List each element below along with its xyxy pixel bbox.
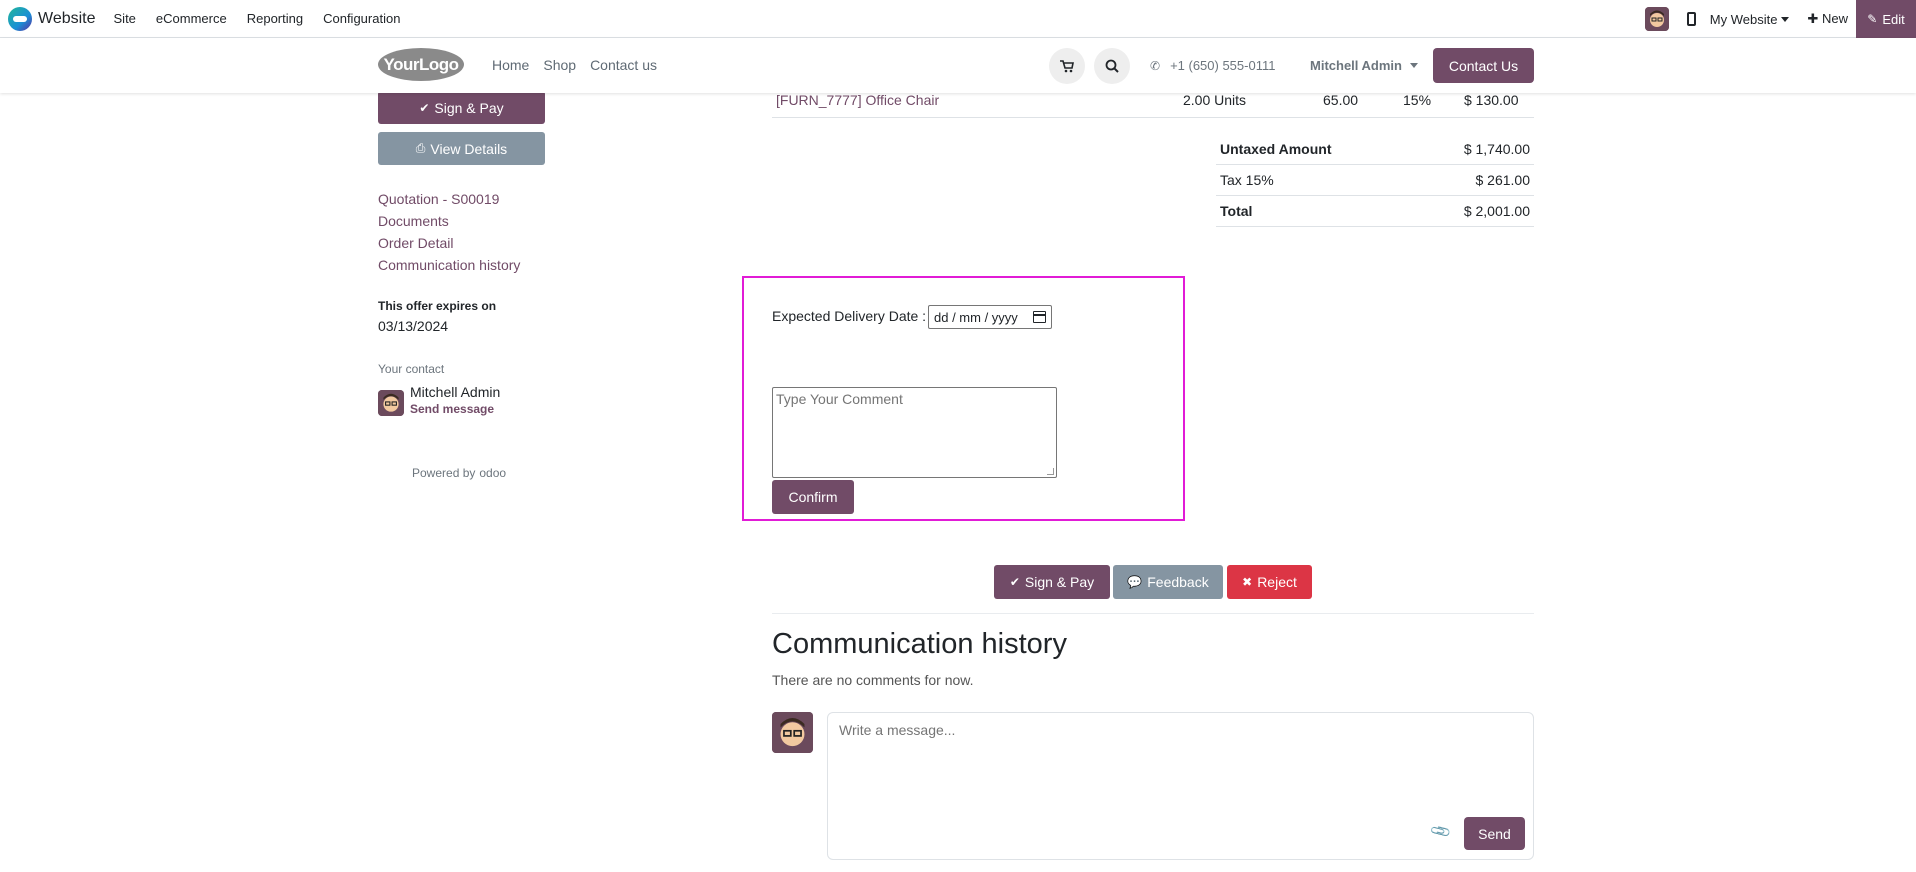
line-quantity: 2.00 Units (1183, 92, 1247, 108)
no-comments-text: There are no comments for now. (772, 672, 974, 688)
edit-label: Edit (1882, 11, 1905, 27)
expires-label: This offer expires on (378, 299, 497, 313)
website-selector[interactable]: My Website (1710, 12, 1790, 27)
tax-row: Tax 15% $ 261.00 (1216, 165, 1534, 196)
tax-value: $ 261.00 (1475, 172, 1531, 188)
sidebar-link-documents[interactable]: Documents (378, 210, 520, 232)
contact-avatar (378, 390, 404, 416)
new-button[interactable]: ✚ New (1807, 11, 1848, 27)
total-value: $ 2,001.00 (1463, 203, 1530, 219)
website-header: YourLogo Home Shop Contact us ✆ +1 (650)… (0, 38, 1916, 93)
line-tax: 15% (1403, 92, 1432, 108)
composer-avatar (772, 712, 813, 753)
confirm-button[interactable]: Confirm (772, 480, 854, 514)
sidebar-link-order-detail[interactable]: Order Detail (378, 232, 520, 254)
powered-by-label: Powered by (412, 466, 476, 480)
app-name: Website (38, 9, 96, 27)
send-button[interactable]: Send (1464, 817, 1525, 850)
plus-icon: ✚ (1807, 11, 1819, 26)
phone-text: +1 (650) 555-0111 (1170, 58, 1276, 73)
admin-navbar: Website Site eCommerce Reporting Configu… (0, 0, 1916, 38)
sidebar-link-communication-history[interactable]: Communication history (378, 254, 520, 276)
total-label: Total (1220, 203, 1253, 219)
nav-contact-us[interactable]: Contact us (590, 57, 657, 73)
check-icon: ✔ (419, 100, 430, 115)
tax-label: Tax 15% (1220, 172, 1274, 188)
cart-icon (1060, 59, 1074, 72)
untaxed-amount-value: $ 1,740.00 (1463, 141, 1530, 157)
search-button[interactable] (1094, 48, 1130, 84)
contact-label: Your contact (378, 362, 445, 376)
nav-home[interactable]: Home (492, 57, 529, 73)
product-link[interactable]: [FURN_7777] Office Chair (776, 92, 939, 108)
phone-icon: ✆ (1150, 58, 1161, 73)
sidebar-link-quotation[interactable]: Quotation - S00019 (378, 188, 520, 210)
caret-down-icon (1781, 16, 1790, 22)
contact-name: Mitchell Admin (410, 384, 501, 400)
comment-placeholder: Type Your Comment (776, 391, 903, 407)
mobile-preview-icon[interactable] (1686, 12, 1696, 26)
new-label: New (1821, 11, 1848, 26)
feedback-label: Feedback (1147, 574, 1209, 590)
sidebar-nav: Quotation - S00019 Documents Order Detai… (378, 188, 520, 276)
expires-date: 03/13/2024 (378, 318, 449, 334)
feedback-button[interactable]: 💬 Feedback (1113, 565, 1223, 599)
close-icon: ✖ (1242, 575, 1253, 589)
comment-textarea[interactable]: Type Your Comment (772, 387, 1057, 478)
totals-table: Untaxed Amount $ 1,740.00 Tax 15% $ 261.… (1216, 134, 1534, 227)
user-menu-label: Mitchell Admin (1310, 58, 1402, 73)
total-row: Total $ 2,001.00 (1216, 196, 1534, 227)
date-placeholder: dd / mm / yyyy (934, 309, 1018, 325)
site-logo[interactable]: YourLogo (378, 48, 464, 81)
edit-button[interactable]: ✎ Edit (1856, 0, 1916, 38)
reject-button[interactable]: ✖ Reject (1227, 565, 1312, 599)
menu-configuration[interactable]: Configuration (323, 11, 400, 26)
comment-icon: 💬 (1127, 575, 1143, 589)
line-subtotal: $ 130.00 (1464, 92, 1519, 108)
phone-number[interactable]: ✆ +1 (650) 555-0111 (1150, 58, 1275, 73)
odoo-logo: odoo (479, 466, 507, 480)
search-icon (1105, 59, 1119, 73)
check-icon: ✔ (1009, 575, 1020, 589)
view-details-label: View Details (430, 140, 508, 157)
view-details-button[interactable]: ⎙ View Details (378, 132, 545, 165)
print-icon: ⎙ (415, 141, 426, 155)
sign-pay-button[interactable]: ✔ Sign & Pay (994, 565, 1110, 599)
message-placeholder: Write a message... (839, 722, 956, 738)
sign-pay-label: Sign & Pay (1024, 574, 1095, 590)
menu-ecommerce[interactable]: eCommerce (156, 11, 227, 26)
line-unit-price: 65.00 (1323, 92, 1359, 108)
admin-menu: Site eCommerce Reporting Configuration (114, 11, 421, 26)
send-message-link[interactable]: Send message (410, 402, 494, 416)
pencil-icon: ✎ (1867, 12, 1878, 26)
resize-handle-icon[interactable] (1047, 468, 1054, 475)
powered-by[interactable]: Powered by odoo (412, 466, 506, 480)
delivery-date-label: Expected Delivery Date : (772, 308, 927, 324)
website-selector-label: My Website (1709, 11, 1778, 27)
delivery-date-input[interactable]: dd / mm / yyyy (928, 305, 1052, 329)
user-avatar-icon[interactable] (1644, 7, 1669, 31)
sign-pay-label: Sign & Pay (434, 99, 504, 116)
untaxed-amount-label: Untaxed Amount (1220, 141, 1332, 157)
contact-us-button[interactable]: Contact Us (1433, 48, 1534, 83)
message-composer[interactable]: Write a message... 📎 Send (827, 712, 1534, 860)
paperclip-icon[interactable]: 📎 (1429, 820, 1453, 844)
section-divider (772, 613, 1534, 614)
menu-site[interactable]: Site (114, 11, 136, 26)
odoo-app-icon (8, 6, 32, 31)
calendar-icon[interactable] (1033, 311, 1046, 323)
site-nav: Home Shop Contact us (492, 57, 671, 73)
reject-label: Reject (1257, 574, 1297, 590)
app-switcher[interactable]: Website (8, 6, 96, 31)
nav-shop[interactable]: Shop (543, 57, 576, 73)
untaxed-amount-row: Untaxed Amount $ 1,740.00 (1216, 134, 1534, 165)
admin-right-controls: My Website ✚ New ✎ Edit (1644, 0, 1916, 38)
sidebar-sign-pay-button[interactable]: ✔ Sign & Pay (378, 91, 545, 124)
cart-button[interactable] (1049, 48, 1085, 84)
communication-history-title: Communication history (772, 628, 1067, 660)
menu-reporting[interactable]: Reporting (247, 11, 303, 26)
user-menu[interactable]: Mitchell Admin (1310, 58, 1418, 73)
order-line-row: [FURN_7777] Office Chair 2.00 Units 65.0… (772, 92, 1534, 118)
caret-down-icon (1409, 63, 1418, 68)
